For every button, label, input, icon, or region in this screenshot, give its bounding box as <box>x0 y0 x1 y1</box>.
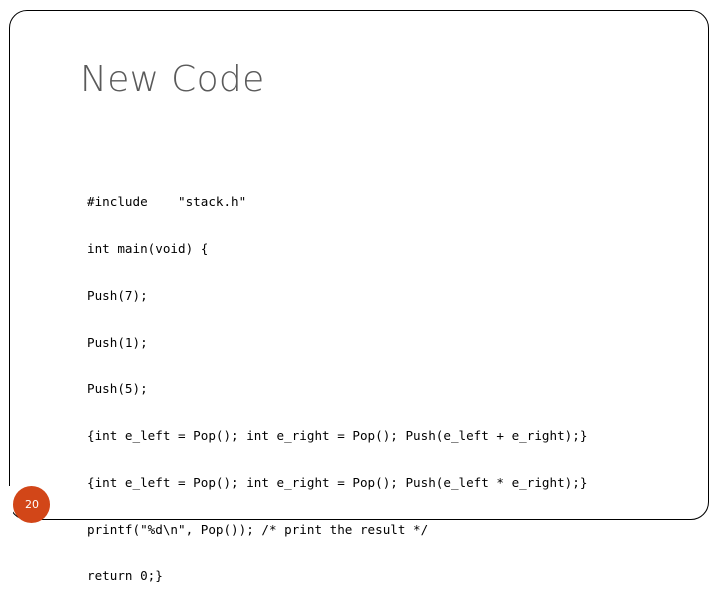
code-line: return 0;} <box>87 568 163 584</box>
code-line: Push(1); <box>87 334 148 350</box>
code-line: printf("%d\n", Pop()); /* print the resu… <box>87 521 429 537</box>
code-line: {int e_left = Pop(); int e_right = Pop()… <box>87 428 588 444</box>
slide-canvas: New Code #include "stack.h" int main(voi… <box>0 0 720 583</box>
page-number-label: 20 <box>25 498 39 511</box>
code-line: #include "stack.h" <box>87 194 247 210</box>
code-line: int main(void) { <box>87 240 209 256</box>
code-line: Push(5); <box>87 381 148 397</box>
page-title: New Code <box>80 59 265 100</box>
code-line: Push(7); <box>87 287 148 303</box>
code-line: {int e_left = Pop(); int e_right = Pop()… <box>87 474 588 490</box>
badge-backdrop <box>0 486 13 524</box>
code-block: #include "stack.h" int main(void) { Push… <box>87 163 587 615</box>
page-number-badge: 20 <box>13 486 50 523</box>
